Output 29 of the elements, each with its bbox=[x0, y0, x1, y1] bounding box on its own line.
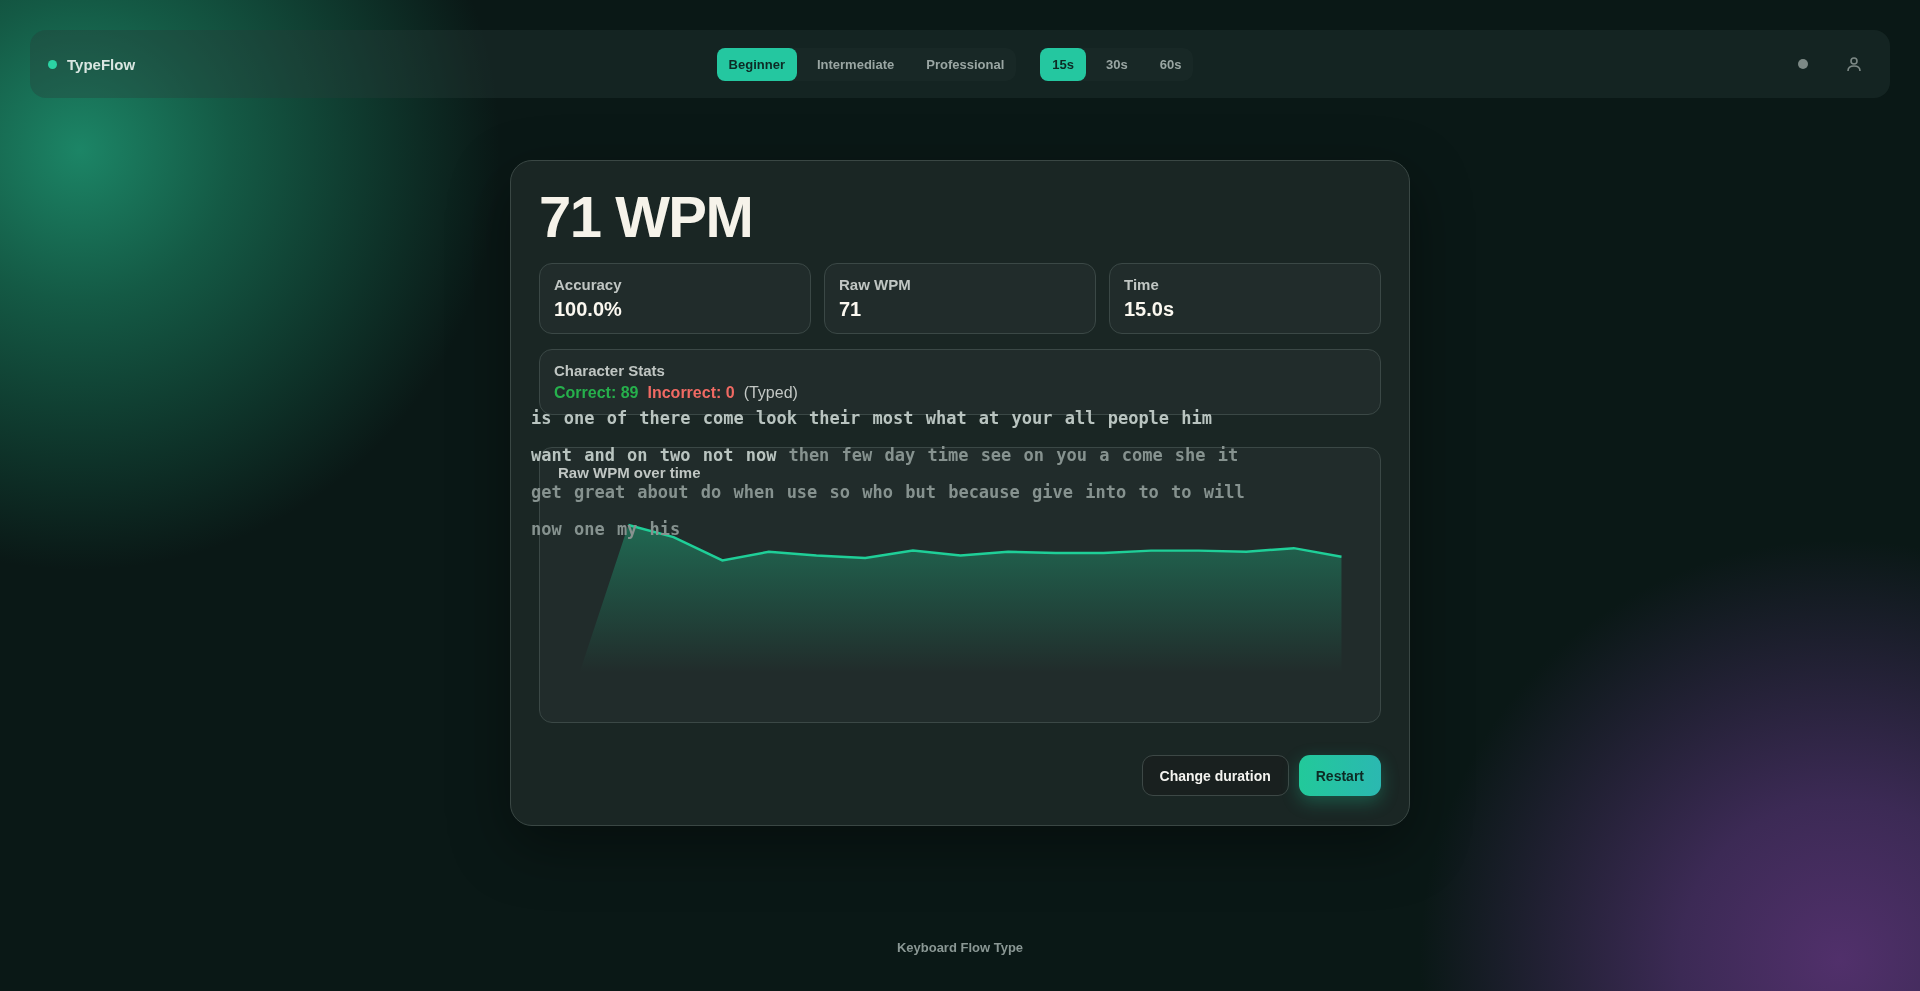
typed-note: (Typed) bbox=[743, 384, 798, 402]
stat-label: Character Stats bbox=[554, 362, 666, 379]
duration-tab[interactable]: 60s bbox=[1147, 47, 1194, 81]
untyped-words: then few day time see on you a come she it bbox=[788, 444, 1239, 467]
typed-words: want and on two not now bbox=[531, 444, 777, 467]
stat-label: Raw WPM bbox=[839, 276, 912, 293]
logo-dot-icon bbox=[48, 59, 57, 69]
duration-tab[interactable]: 15s bbox=[1040, 47, 1086, 81]
untyped-words: get great about do when use so who but because give into to to will bbox=[531, 481, 1245, 504]
untyped-words: now one my his bbox=[531, 518, 681, 541]
mode-tab[interactable]: Professional bbox=[914, 47, 1017, 81]
restart-button[interactable]: Restart bbox=[1298, 755, 1381, 796]
stat-label: Time bbox=[1124, 276, 1160, 293]
footer-text: Keyboard Flow Type bbox=[896, 940, 1024, 955]
correct-count: Correct: 89 bbox=[554, 384, 639, 402]
incorrect-count: Incorrect: 0 bbox=[647, 384, 735, 402]
change-duration-button[interactable]: Change duration bbox=[1141, 755, 1289, 796]
mode-tab[interactable]: Beginner bbox=[716, 47, 797, 81]
mode-tab[interactable]: Intermediate bbox=[804, 47, 907, 81]
typed-words: is one of there come look their most what at your all people him bbox=[531, 407, 1213, 430]
user-icon[interactable] bbox=[1846, 56, 1862, 72]
stat-value: 71 bbox=[839, 298, 863, 321]
stat-label: Accuracy bbox=[554, 276, 623, 293]
logo-text: TypeFlow bbox=[67, 55, 136, 73]
chart-title: Raw WPM over time bbox=[558, 464, 702, 481]
stat-value: 100.0% bbox=[554, 298, 623, 321]
wpm-result: 71 WPM bbox=[539, 185, 754, 249]
stat-value: 15.0s bbox=[1124, 298, 1176, 321]
duration-tab[interactable]: 30s bbox=[1094, 47, 1140, 81]
